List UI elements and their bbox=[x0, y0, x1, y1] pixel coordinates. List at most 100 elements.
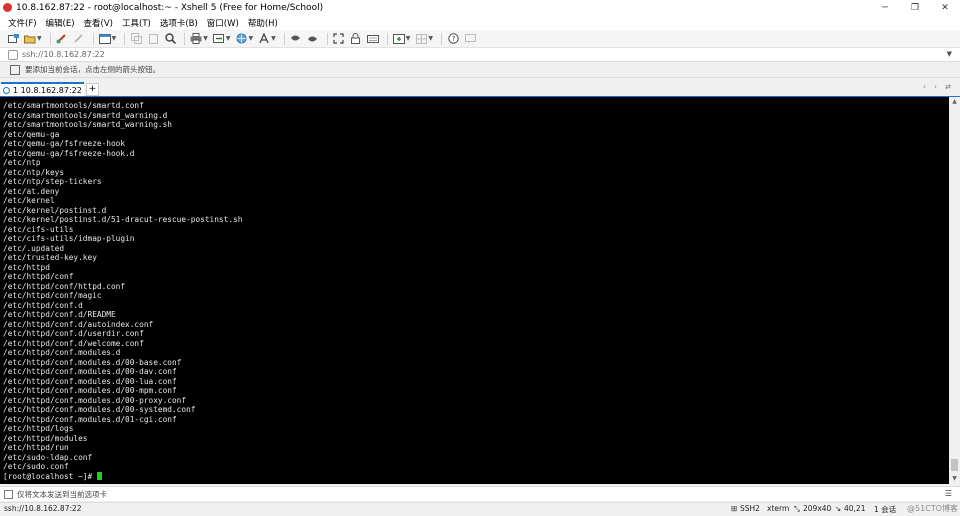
toolbar-separator bbox=[326, 32, 328, 45]
transfer-icon[interactable] bbox=[212, 32, 226, 45]
new-tab-dropdown-icon[interactable]: ▼ bbox=[406, 35, 411, 42]
compose-bar[interactable]: 仅将文本发送到当前选项卡 ☰ bbox=[0, 486, 960, 501]
terminal-line: /etc/ntp/step-tickers bbox=[3, 177, 102, 186]
menu-bar: 文件(F) 编辑(E) 查看(V) 工具(T) 选项卡(B) 窗口(W) 帮助(… bbox=[0, 15, 960, 30]
session-add-icon[interactable] bbox=[10, 64, 20, 75]
font-icon[interactable] bbox=[257, 32, 271, 45]
window-title: 10.8.162.87:22 - root@localhost:~ - Xshe… bbox=[16, 2, 324, 13]
terminal-line: /etc/httpd/conf.modules.d/00-lua.conf bbox=[3, 376, 177, 386]
status-size: 209x40 bbox=[803, 504, 832, 513]
transfer-dropdown-icon[interactable]: ▼ bbox=[226, 35, 231, 42]
status-cursor-position: 40,21 bbox=[844, 504, 866, 513]
open-folder-icon[interactable] bbox=[23, 32, 37, 45]
window-controls: ─ ❐ ✕ bbox=[870, 0, 960, 15]
hint-bar: 要添加当前会话，点击左侧的箭头按钮。 bbox=[0, 62, 960, 78]
terminal-line: /etc/httpd/conf.modules.d/00-mpm.conf bbox=[3, 386, 177, 395]
scroll-thumb[interactable] bbox=[951, 459, 958, 471]
chat-icon[interactable] bbox=[463, 32, 477, 45]
print-dropdown-icon[interactable]: ▼ bbox=[203, 35, 208, 42]
open-dropdown-icon[interactable]: ▼ bbox=[37, 35, 42, 42]
terminal-line: /etc/httpd/conf.modules.d/00-base.conf bbox=[3, 357, 182, 367]
terminal-line: /etc/httpd/conf bbox=[3, 272, 74, 281]
menu-window[interactable]: 窗口(W) bbox=[207, 17, 239, 29]
compose-menu-icon[interactable]: ☰ bbox=[945, 489, 952, 498]
globe-dropdown-icon[interactable]: ▼ bbox=[249, 35, 254, 42]
close-button[interactable]: ✕ bbox=[930, 0, 960, 15]
tile-icon[interactable] bbox=[414, 32, 428, 45]
status-cursor-icon: ↘ bbox=[835, 504, 842, 513]
tile-dropdown-icon[interactable]: ▼ bbox=[428, 35, 433, 42]
menu-edit[interactable]: 编辑(E) bbox=[46, 17, 75, 29]
xshell-app-icon[interactable] bbox=[3, 3, 12, 12]
disconnect-icon[interactable] bbox=[72, 32, 86, 45]
find-icon[interactable] bbox=[163, 32, 177, 45]
connect-icon[interactable] bbox=[55, 32, 69, 45]
status-lock-icon: ⊞ bbox=[731, 504, 738, 513]
terminal-line: /etc/httpd/conf.modules.d bbox=[3, 348, 121, 357]
address-icon bbox=[8, 49, 18, 60]
toolbar-separator bbox=[386, 32, 388, 45]
terminal-area[interactable]: /etc/smartmontools/smartd.conf/etc/smart… bbox=[0, 97, 949, 484]
tab-bar: 1 10.8.162.87:22 + ‹ › ⇄ bbox=[0, 81, 960, 96]
keyboard-icon[interactable] bbox=[366, 32, 380, 45]
properties-dropdown-icon[interactable]: ▼ bbox=[112, 35, 117, 42]
terminal-line: /etc/kernel/postinst.d bbox=[3, 205, 107, 215]
address-bar[interactable]: ssh://10.8.162.87:22 ▼ bbox=[0, 48, 960, 62]
toolbar-separator bbox=[124, 32, 126, 45]
globe-icon[interactable] bbox=[235, 32, 249, 45]
terminal-line: /etc/qemu-ga/fsfreeze-hook.d bbox=[3, 148, 135, 158]
lock-icon[interactable] bbox=[349, 32, 363, 45]
hint-text: 要添加当前会话，点击左侧的箭头按钮。 bbox=[25, 65, 160, 74]
fullscreen-icon[interactable] bbox=[332, 32, 346, 45]
terminal-line: /etc/smartmontools/smartd_warning.sh bbox=[3, 120, 172, 129]
svg-text:?: ? bbox=[451, 35, 455, 43]
xmanager-icon[interactable] bbox=[306, 32, 320, 45]
properties-icon[interactable] bbox=[98, 32, 112, 45]
status-terminal-type: xterm bbox=[767, 504, 790, 513]
copy-icon[interactable] bbox=[129, 32, 143, 45]
menu-file[interactable]: 文件(F) bbox=[8, 17, 37, 29]
terminal-line: /etc/sudo.conf bbox=[3, 462, 69, 471]
tab-session-1[interactable]: 1 10.8.162.87:22 bbox=[1, 82, 84, 96]
address-dropdown-icon[interactable]: ▼ bbox=[947, 50, 952, 58]
status-bar: ssh://10.8.162.87:22 ⊞ SSH2 xterm ⤡ 209x… bbox=[0, 502, 960, 516]
add-tab-button[interactable]: + bbox=[86, 83, 99, 96]
tab-label: 1 10.8.162.87:22 bbox=[13, 85, 82, 95]
terminal-prompt-line[interactable]: [root@localhost ~]# bbox=[3, 471, 242, 482]
xftp-icon[interactable] bbox=[289, 32, 303, 45]
menu-tools[interactable]: 工具(T) bbox=[122, 17, 151, 29]
menu-tabs[interactable]: 选项卡(B) bbox=[160, 17, 198, 29]
help-icon[interactable]: ? bbox=[446, 32, 460, 45]
print-icon[interactable] bbox=[189, 32, 203, 45]
terminal-line: /etc/httpd/conf.modules.d/01-cgi.conf bbox=[3, 414, 177, 424]
toolbar-separator bbox=[283, 32, 285, 45]
compose-target-label[interactable]: 仅将文本发送到当前选项卡 bbox=[17, 489, 107, 500]
menu-view[interactable]: 查看(V) bbox=[84, 17, 113, 29]
tab-navigation-icons[interactable]: ‹ › ⇄ bbox=[923, 83, 954, 91]
compose-icon bbox=[4, 489, 13, 499]
terminal-line: /etc/httpd/run bbox=[3, 443, 69, 452]
new-tab-icon[interactable] bbox=[392, 32, 406, 45]
scroll-down-icon[interactable]: ▼ bbox=[949, 474, 960, 484]
menu-help[interactable]: 帮助(H) bbox=[248, 17, 278, 29]
toolbar-separator bbox=[49, 32, 51, 45]
minimize-button[interactable]: ─ bbox=[870, 0, 900, 15]
terminal-line: /etc/at.deny bbox=[3, 186, 60, 196]
status-protocol: SSH2 bbox=[740, 504, 760, 513]
vertical-scrollbar[interactable]: ▲ ▼ bbox=[949, 97, 960, 484]
terminal-line: /etc/httpd/conf.d bbox=[3, 300, 83, 310]
terminal-line: /etc/trusted-key.key bbox=[3, 253, 97, 262]
terminal-line: /etc/httpd/conf.modules.d/00-proxy.conf bbox=[3, 395, 187, 405]
font-dropdown-icon[interactable]: ▼ bbox=[271, 35, 276, 42]
scroll-up-icon[interactable]: ▲ bbox=[949, 97, 960, 107]
terminal-line: /etc/httpd/logs bbox=[3, 424, 74, 433]
terminal-line: /etc/.updated bbox=[3, 243, 65, 253]
terminal-line: /etc/httpd/conf.d/welcome.conf bbox=[3, 338, 144, 348]
terminal-line: /etc/httpd/conf.d/README bbox=[3, 310, 116, 319]
terminal-line: /etc/httpd/modules bbox=[3, 433, 88, 443]
toolbar: ▼ ▼ ▼ ▼ ▼ ▼ ▼ ▼ ? bbox=[0, 30, 960, 48]
paste-icon[interactable] bbox=[146, 32, 160, 45]
maximize-button[interactable]: ❐ bbox=[900, 0, 930, 15]
address-input[interactable]: ssh://10.8.162.87:22 bbox=[22, 50, 105, 59]
new-session-icon[interactable] bbox=[6, 32, 20, 45]
